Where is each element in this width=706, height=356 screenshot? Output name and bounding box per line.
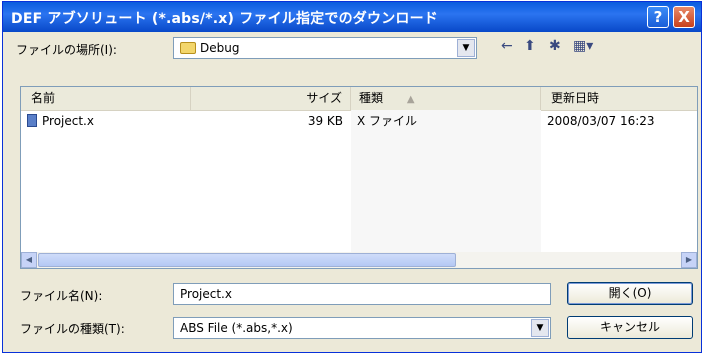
file-type: X ファイル [357,114,418,128]
dialog-title: DEF アブソリュート (*.abs/*.x) ファイル指定でのダウンロード [11,11,438,27]
scroll-thumb[interactable] [38,253,456,267]
help-button[interactable]: ? [647,6,669,28]
back-icon[interactable]: ← [501,38,513,54]
file-modified: 2008/03/07 16:23 [547,114,655,128]
close-button[interactable]: X [673,6,695,28]
list-item[interactable]: Project.x 39 KB X ファイル 2008/03/07 16:23 [21,112,697,131]
sort-ascending-icon: ▲ [406,94,415,105]
chevron-down-icon[interactable]: ▼ [531,319,549,337]
file-list[interactable]: 名前 サイズ 種類 ▲ 更新日時 Project.x 39 KB X ファイル … [20,86,698,269]
file-name: Project.x [42,114,94,128]
cancel-button[interactable]: キャンセル [567,316,693,339]
location-value: Debug [200,41,240,55]
file-icon [27,114,37,127]
horizontal-scrollbar[interactable]: ◀ ▶ [21,252,697,268]
title-bar: DEF アブソリュート (*.abs/*.x) ファイル指定でのダウンロード ?… [3,2,701,32]
filename-value: Project.x [180,287,232,301]
column-size[interactable]: サイズ [191,87,351,110]
location-combo[interactable]: Debug ▼ [173,37,477,59]
file-size: 39 KB [307,114,343,128]
file-open-dialog: DEF アブソリュート (*.abs/*.x) ファイル指定でのダウンロード ?… [2,1,702,353]
open-button[interactable]: 開く(O) [567,282,693,305]
new-folder-icon[interactable]: ✱ [549,38,561,54]
filetype-value: ABS File (*.abs,*.x) [180,321,293,335]
column-type-label: 種類 [359,91,384,105]
column-type[interactable]: 種類 ▲ [351,87,541,110]
list-header: 名前 サイズ 種類 ▲ 更新日時 [21,87,697,111]
filename-label: ファイル名(N): [20,289,103,303]
filetype-label: ファイルの種類(T): [20,322,125,336]
scroll-left-icon[interactable]: ◀ [21,252,37,268]
column-name[interactable]: 名前 [21,87,191,110]
folder-icon [180,42,196,54]
scroll-right-icon[interactable]: ▶ [681,252,697,268]
views-menu-icon[interactable]: ▦▾ [573,38,593,54]
up-folder-icon[interactable]: ⬆ [524,38,536,54]
sorted-column-highlight [351,110,541,252]
location-label: ファイルの場所(I): [16,43,117,57]
filename-input[interactable]: Project.x [173,283,551,305]
filetype-combo[interactable]: ABS File (*.abs,*.x) ▼ [173,317,551,339]
column-modified[interactable]: 更新日時 [541,87,697,110]
chevron-down-icon[interactable]: ▼ [457,39,475,57]
